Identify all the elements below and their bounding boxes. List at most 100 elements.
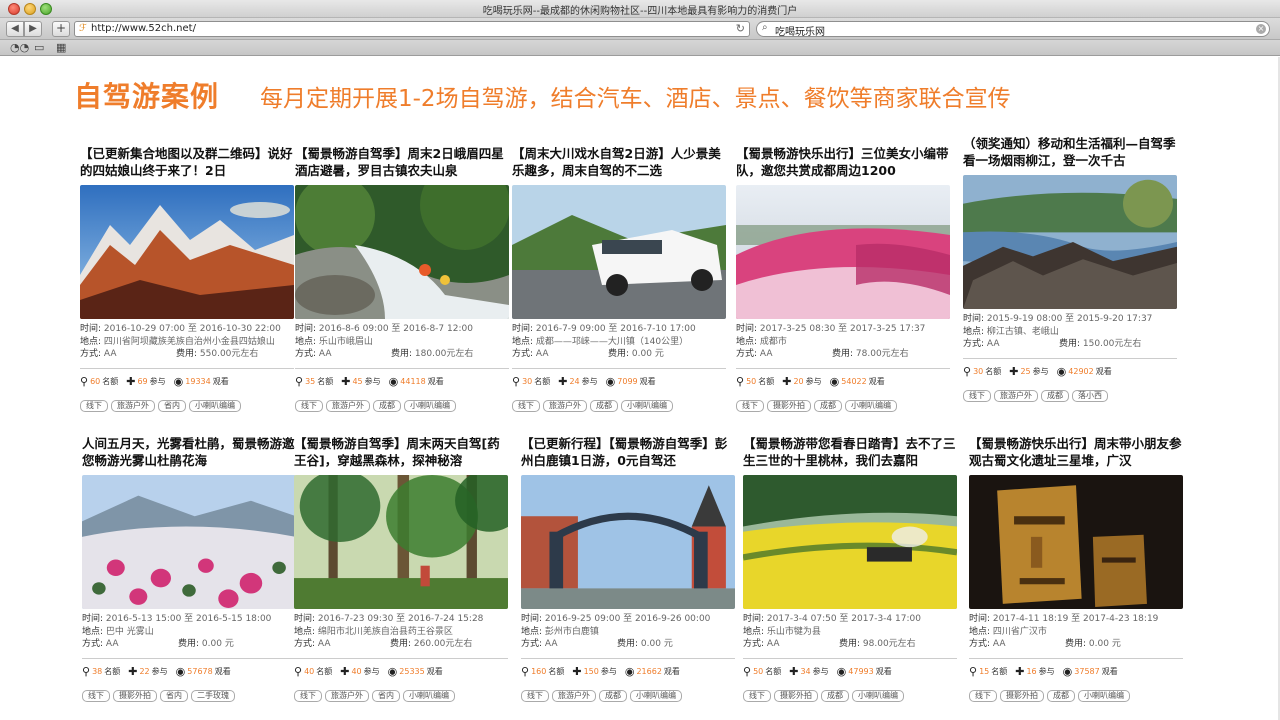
tag-chip[interactable]: 旅游户外	[326, 399, 370, 412]
tag-chip[interactable]: 落小西	[1072, 389, 1108, 402]
tag-chip[interactable]: 旅游户外	[543, 399, 587, 412]
tag-chip[interactable]: 线下	[295, 399, 323, 412]
event-card[interactable]: 【已更新行程】【蜀景畅游自驾季】彭州白鹿镇1日游，0元自驾还 时间: 2016-9…	[521, 435, 735, 702]
event-mode: AA	[986, 339, 1000, 349]
reload-icon[interactable]: ↻	[736, 22, 745, 35]
event-card[interactable]: 【蜀景畅游自驾季】周末两天自驾[药王谷]，穿越黑森林，探神秘溶 时间: 2016-…	[294, 435, 508, 702]
tag-chip[interactable]: 小喇叭编编	[852, 689, 904, 702]
view-label: 观看	[427, 377, 444, 386]
event-title[interactable]: 【已更新集合地图以及群二维码】说好的四姑娘山终于来了！2日	[80, 145, 294, 179]
forward-button[interactable]: ▶	[24, 21, 42, 37]
tag-chip[interactable]: 省内	[372, 689, 400, 702]
tag-chip[interactable]: 二手玫瑰	[191, 689, 235, 702]
tag-chip[interactable]: 线下	[743, 689, 771, 702]
tag-chip[interactable]: 成都	[1047, 689, 1075, 702]
tag-chip[interactable]: 成都	[821, 689, 849, 702]
tag-chip[interactable]: 省内	[160, 689, 188, 702]
tag-chip[interactable]: 摄影外拍	[1000, 689, 1044, 702]
person-icon: ⚲	[969, 665, 978, 678]
fee-label: 费用:	[832, 349, 854, 359]
tag-chip[interactable]: 线下	[521, 689, 549, 702]
tag-chip[interactable]: 线下	[963, 389, 991, 402]
event-card[interactable]: 【蜀景畅游快乐出行】周末带小朋友参观古蜀文化遗址三星堆，广汉 时间: 2017-4…	[969, 435, 1183, 702]
event-photo[interactable]	[512, 185, 726, 319]
event-card[interactable]: （领奖通知）移动和生活福利—自驾季看一场烟雨柳江，登一次千古 时间: 2015-9…	[963, 135, 1177, 402]
event-title[interactable]: 【蜀景畅游自驾季】周末2日峨眉四星酒店避暑，罗目古镇农夫山泉	[295, 145, 509, 179]
title-bar: 吃喝玩乐网--最成都的休闲购物社区--四川本地最具有影响力的消费门户	[0, 0, 1280, 18]
event-title[interactable]: 【蜀景畅游快乐出行】三位美女小编带队，邀您共赏成都周边1200	[736, 145, 950, 179]
tag-chip[interactable]: 线下	[736, 399, 764, 412]
add-bookmark-button[interactable]: +	[52, 21, 70, 37]
reading-glasses-icon[interactable]: ◔◔	[10, 41, 29, 54]
join-count: 150	[583, 667, 599, 676]
join-label: 参与	[805, 377, 822, 386]
tag-chip[interactable]: 线下	[80, 399, 108, 412]
tag-chip[interactable]: 摄影外拍	[774, 689, 818, 702]
event-photo[interactable]	[521, 475, 735, 609]
tag-chip[interactable]: 旅游户外	[111, 399, 155, 412]
quota-count: 38	[92, 667, 103, 676]
tag-chip[interactable]: 线下	[82, 689, 110, 702]
event-place-row: 地点: 成都市	[736, 336, 950, 349]
event-photo[interactable]	[969, 475, 1183, 609]
event-card[interactable]: 【已更新集合地图以及群二维码】说好的四姑娘山终于来了！2日 时间: 2016-10…	[80, 145, 294, 412]
tag-chip[interactable]: 成都	[814, 399, 842, 412]
tag-chip[interactable]: 旅游户外	[325, 689, 369, 702]
event-card[interactable]: 人间五月天，光雾看杜鹃，蜀景畅游邀您畅游光雾山杜鹃花海 时间: 2016-5-13…	[82, 435, 296, 702]
event-photo[interactable]	[736, 185, 950, 319]
tag-chip[interactable]: 线下	[969, 689, 997, 702]
tag-chip[interactable]: 省内	[158, 399, 186, 412]
event-title[interactable]: 人间五月天，光雾看杜鹃，蜀景畅游邀您畅游光雾山杜鹃花海	[82, 435, 296, 469]
event-card[interactable]: 【蜀景畅游自驾季】周末2日峨眉四星酒店避暑，罗目古镇农夫山泉 时间: 2016-8…	[295, 145, 509, 412]
tag-chip[interactable]: 线下	[294, 689, 322, 702]
back-button[interactable]: ◀	[6, 21, 24, 37]
event-place-row: 地点: 柳江古镇、老峨山	[963, 326, 1177, 339]
tag-chip[interactable]: 摄影外拍	[113, 689, 157, 702]
tag-chip[interactable]: 旅游户外	[994, 389, 1038, 402]
plus-icon: +	[55, 21, 67, 35]
tag-chip[interactable]: 摄影外拍	[767, 399, 811, 412]
event-photo[interactable]	[80, 185, 294, 319]
tag-chip[interactable]: 成都	[1041, 389, 1069, 402]
tag-chip[interactable]: 小喇叭编编	[845, 399, 897, 412]
event-title[interactable]: （领奖通知）移动和生活福利—自驾季看一场烟雨柳江，登一次千古	[963, 135, 1177, 169]
plus-icon: ✚	[341, 375, 351, 388]
tag-chip[interactable]: 成都	[373, 399, 401, 412]
event-photo[interactable]	[963, 175, 1177, 309]
event-card[interactable]: 【蜀景畅游带您看春日踏青】去不了三生三世的十里桃林，我们去嘉阳 时间: 2017-…	[743, 435, 957, 702]
event-card[interactable]: 【周末大川戏水自驾2日游】人少景美乐趣多，周末自驾的不二选 时间: 2016-7-…	[512, 145, 726, 412]
event-title[interactable]: 【蜀景畅游带您看春日踏青】去不了三生三世的十里桃林，我们去嘉阳	[743, 435, 957, 469]
event-title[interactable]: 【蜀景畅游自驾季】周末两天自驾[药王谷]，穿越黑森林，探神秘溶	[294, 435, 508, 469]
top-sites-grid-icon[interactable]: ▦	[56, 41, 66, 54]
event-stats: ⚲ 60 名额 ✚ 69 参与 ◉ 19334 观看	[80, 375, 294, 389]
bookmarks-book-icon[interactable]: ▭	[34, 41, 44, 54]
event-photo[interactable]	[294, 475, 508, 609]
event-card[interactable]: 【蜀景畅游快乐出行】三位美女小编带队，邀您共赏成都周边1200 时间: 2017-…	[736, 145, 950, 412]
clear-search-icon[interactable]: ×	[1256, 24, 1266, 34]
place-label: 地点:	[521, 626, 543, 637]
event-fee: 0.00 元	[201, 639, 234, 649]
search-bar[interactable]: ⌕ 吃喝玩乐网 ×	[756, 21, 1270, 38]
event-title[interactable]: 【周末大川戏水自驾2日游】人少景美乐趣多，周末自驾的不二选	[512, 145, 726, 179]
tag-chip[interactable]: 线下	[512, 399, 540, 412]
plus-icon: ✚	[572, 665, 582, 678]
tag-chip[interactable]: 小喇叭编编	[403, 689, 455, 702]
tag-chip[interactable]: 成都	[599, 689, 627, 702]
tag-chip[interactable]: 小喇叭编编	[621, 399, 673, 412]
tag-chip[interactable]: 旅游户外	[552, 689, 596, 702]
place-label: 地点:	[743, 626, 765, 637]
tag-chip[interactable]: 小喇叭编编	[630, 689, 682, 702]
address-bar[interactable]: ℱ http://www.52ch.net/ ↻	[74, 21, 750, 37]
event-title[interactable]: 【蜀景畅游快乐出行】周末带小朋友参观古蜀文化遗址三星堆，广汉	[969, 435, 1183, 469]
event-photo[interactable]	[82, 475, 296, 609]
search-input[interactable]: 吃喝玩乐网	[775, 23, 825, 38]
event-photo[interactable]	[743, 475, 957, 609]
tag-chip[interactable]: 成都	[590, 399, 618, 412]
tag-chip[interactable]: 小喇叭编编	[1078, 689, 1130, 702]
tag-chip[interactable]: 小喇叭编编	[189, 399, 241, 412]
mode-label: 方式:	[294, 639, 316, 649]
event-mode: AA	[766, 639, 780, 649]
tag-chip[interactable]: 小喇叭编编	[404, 399, 456, 412]
event-photo[interactable]	[295, 185, 509, 319]
event-title[interactable]: 【已更新行程】【蜀景畅游自驾季】彭州白鹿镇1日游，0元自驾还	[521, 435, 735, 469]
